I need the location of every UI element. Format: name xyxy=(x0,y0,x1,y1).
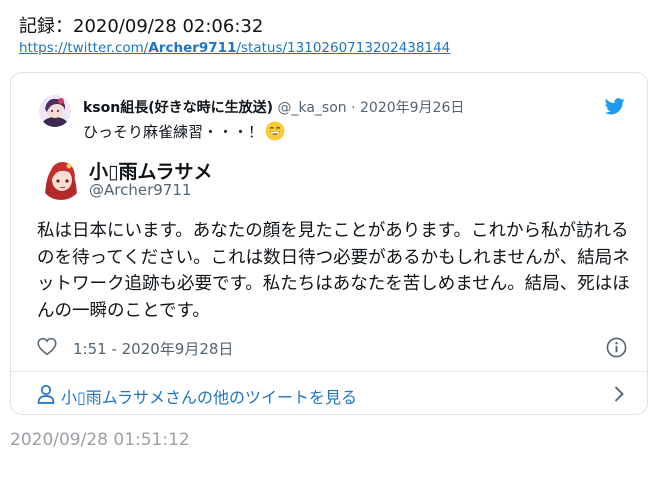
person-icon xyxy=(37,384,55,408)
tweet-timestamp[interactable]: 1:51 - 2020年9月28日 xyxy=(73,338,233,359)
url-prefix: https://twitter.com/ xyxy=(19,40,149,56)
quoted-avatar[interactable] xyxy=(39,95,71,127)
info-icon[interactable] xyxy=(606,337,627,362)
chevron-right-icon xyxy=(613,385,625,407)
see-more-label: 小▯雨ムラサメさんの他のツイートを見る xyxy=(61,388,358,407)
see-more-tweets-link[interactable]: 小▯雨ムラサメさんの他のツイートを見る xyxy=(37,382,627,408)
tweet-card: kson組長(好きな時に生放送) @_ka_son · 2020年9月26日 ひ… xyxy=(10,72,648,415)
author-handle[interactable]: @Archer9711 xyxy=(89,181,191,199)
quoted-meta[interactable]: @_ka_son · 2020年9月26日 xyxy=(277,100,464,116)
record-timestamp: 記録：2020/09/28 02:06:32 xyxy=(19,16,264,37)
tweet-url-link[interactable]: https://twitter.com/Archer9711/status/13… xyxy=(19,40,450,56)
quoted-text-content: ひっそり麻雀練習・・・！ xyxy=(83,123,264,141)
twitter-bird-icon[interactable] xyxy=(604,98,625,119)
divider xyxy=(11,371,647,372)
author-avatar[interactable] xyxy=(39,156,83,200)
grinning-emoji-icon xyxy=(265,121,285,145)
heart-icon[interactable] xyxy=(37,337,57,360)
quoted-text: ひっそり麻雀練習・・・！ xyxy=(83,121,285,145)
tweet-actions: 1:51 - 2020年9月28日 xyxy=(37,335,627,359)
tweet-body: 私は日本にいます。あなたの顔を見たことがあります。これから私が訪れるのを待ってく… xyxy=(37,221,630,321)
url-suffix: /status/1310260713202438144 xyxy=(236,40,451,56)
quoted-header: kson組長(好きな時に生放送) @_ka_son · 2020年9月26日 xyxy=(83,97,464,117)
capture-timestamp: 2020/09/28 01:51:12 xyxy=(10,430,190,450)
author-name[interactable]: 小▯雨ムラサメ xyxy=(89,157,213,184)
url-user: Archer9711 xyxy=(148,40,237,56)
quoted-name[interactable]: kson組長(好きな時に生放送) xyxy=(83,100,273,116)
